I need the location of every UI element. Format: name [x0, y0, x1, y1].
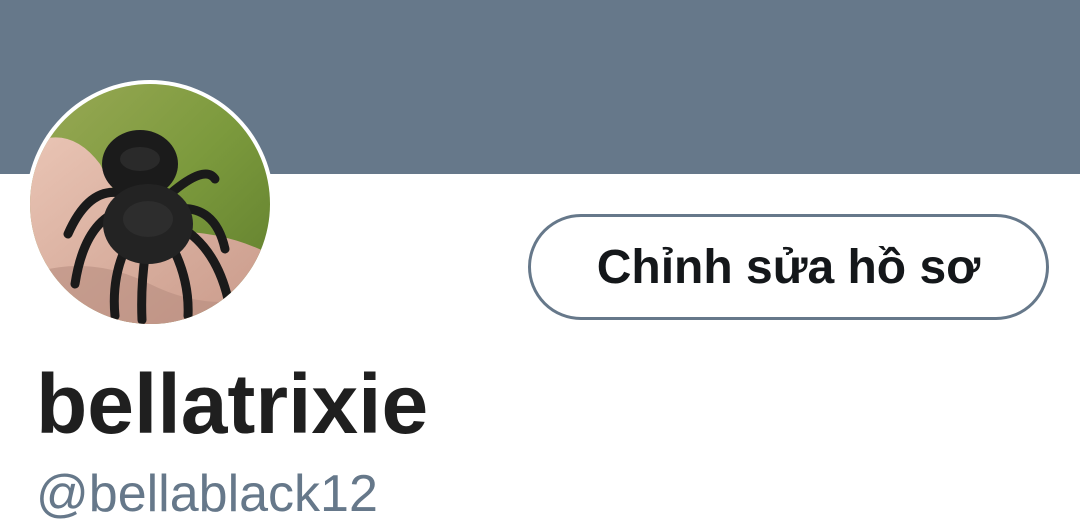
display-name: bellatrixie [36, 357, 429, 451]
edit-profile-button[interactable]: Chỉnh sửa hồ sơ [528, 214, 1049, 320]
profile-header: Chỉnh sửa hồ sơ bellatrixie @bellablack1… [0, 0, 1080, 531]
username-handle: @bellablack12 [36, 465, 378, 523]
avatar-ring [26, 80, 274, 328]
edit-profile-button-label: Chỉnh sửa hồ sơ [596, 240, 981, 294]
avatar[interactable] [30, 84, 270, 324]
tarantula-photo-avatar-icon [30, 84, 270, 324]
